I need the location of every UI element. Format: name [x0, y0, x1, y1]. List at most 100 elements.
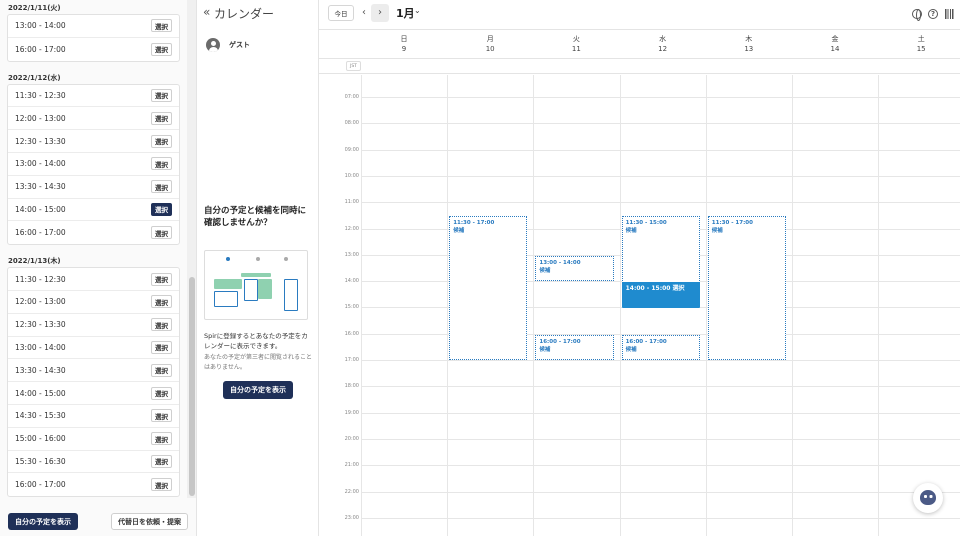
candidate-event[interactable]: 11:30 - 17:00 候補	[449, 216, 528, 360]
select-slot-button[interactable]: 選択	[151, 478, 172, 492]
hour-label: 15:00	[344, 304, 359, 311]
select-slot-button[interactable]: 選択	[151, 226, 172, 240]
select-slot-button[interactable]: 選択	[151, 432, 172, 446]
select-slot-button[interactable]: 選択	[151, 111, 172, 125]
day-column-divider	[705, 75, 707, 536]
info-panel: « カレンダー ゲスト 自分の予定と候補を同時に確認しませんか？ Spirに登録…	[197, 0, 319, 536]
slot-row: 13:00 - 14:00 選択	[8, 153, 179, 176]
hour-label: 17:00	[344, 357, 359, 363]
slot-list[interactable]: 2022/1/11(火) 13:00 - 14:00 選択 16:00 - 17:00…	[0, 0, 186, 498]
hour-gridline	[361, 517, 960, 519]
all-day-row: JST	[319, 58, 960, 74]
day-header: 木 13	[706, 35, 792, 54]
globe-icon[interactable]	[912, 9, 922, 21]
user-avatar-icon	[206, 38, 220, 52]
request-alternative-button[interactable]: 代替日を依頼・提案	[111, 513, 188, 530]
slot-time: 15:30 - 16:30	[15, 456, 66, 466]
slot-time: 13:00 - 14:00	[15, 21, 66, 31]
preview-block	[284, 279, 298, 311]
event-time: 11:30 - 17:00	[711, 220, 753, 227]
select-slot-button[interactable]: 選択	[151, 409, 172, 423]
hour-gridline	[361, 175, 960, 177]
slot-row: 13:30 - 14:30 選択	[8, 176, 179, 199]
chevron-down-icon[interactable]: ⌄	[414, 6, 421, 15]
slot-card: 13:00 - 14:00 選択 16:00 - 17:00 選択	[7, 14, 180, 62]
event-time: 11:30 - 17:00	[453, 220, 495, 227]
slot-time: 13:00 - 14:00	[15, 159, 66, 169]
timezone-label[interactable]: JST	[346, 61, 361, 71]
week-calendar: 今日 ‹ › 1月 ⌄ ? 日 9 月 10 火 11 水 12 木 13 金 14 土 15 JST 0…	[319, 0, 960, 536]
chatbot-face-icon	[920, 490, 936, 505]
select-slot-button[interactable]: 選択	[151, 157, 172, 171]
columns-view-icon[interactable]	[945, 9, 954, 19]
chat-support-button[interactable]	[913, 483, 943, 513]
selected-event[interactable]: 14:00 - 15:00 選択	[621, 282, 700, 309]
select-slot-button[interactable]: 選択	[151, 202, 172, 216]
next-week-icon[interactable]: ›	[371, 4, 389, 22]
hour-gridline	[361, 123, 960, 125]
select-slot-button[interactable]: 選択	[151, 272, 172, 286]
slot-row: 15:00 - 16:00 選択	[8, 428, 179, 451]
day-number: 11	[571, 45, 581, 53]
slot-time: 14:30 - 15:30	[15, 411, 66, 421]
slot-card: 11:30 - 12:30 選択 12:00 - 13:00 選択 12:30 - 13…	[7, 83, 180, 246]
slot-row: 16:00 - 17:00 選択	[8, 221, 179, 244]
select-slot-button[interactable]: 選択	[151, 134, 172, 148]
slot-row: 12:30 - 13:30 選択	[8, 130, 179, 153]
candidate-event[interactable]: 16:00 - 17:00 候補	[621, 334, 700, 360]
candidate-event[interactable]: 16:00 - 17:00 候補	[535, 334, 614, 360]
slot-day-group: 2022/1/13(木) 11:30 - 12:30 選択 12:00 - 13:00…	[7, 255, 186, 498]
today-button[interactable]: 今日	[328, 5, 354, 21]
slot-row: 12:00 - 13:00 選択	[8, 107, 179, 131]
day-column-divider	[619, 75, 621, 536]
select-slot-button[interactable]: 選択	[151, 454, 172, 468]
guest-name: ゲスト	[229, 41, 250, 49]
select-slot-button[interactable]: 選択	[151, 340, 172, 354]
slot-row: 14:30 - 15:30 選択	[8, 405, 179, 428]
select-slot-button[interactable]: 選択	[151, 318, 172, 332]
panel-title: カレンダー	[214, 7, 275, 21]
hour-gridline	[361, 386, 960, 388]
day-number: 14	[830, 45, 840, 53]
slot-row: 12:30 - 13:30 選択	[8, 314, 179, 337]
show-my-schedule-button[interactable]: 自分の予定を表示	[8, 513, 78, 530]
event-time: 13:00 - 14:00	[539, 259, 581, 266]
select-slot-button[interactable]: 選択	[151, 386, 172, 400]
day-number: 9	[401, 45, 407, 53]
slot-day-group: 2022/1/12(水) 11:30 - 12:30 選択 12:00 - 13:00…	[7, 72, 186, 246]
slot-time: 12:30 - 13:30	[15, 320, 66, 330]
day-number: 12	[658, 45, 668, 53]
day-header: 水 12	[620, 35, 706, 54]
day-number: 15	[916, 45, 926, 53]
slot-row: 16:00 - 17:00 選択	[8, 473, 179, 496]
month-label[interactable]: 1月	[396, 5, 415, 21]
slot-row: 11:30 - 12:30 選択	[8, 268, 179, 291]
select-slot-button[interactable]: 選択	[151, 42, 172, 56]
calendar-toolbar: 今日 ‹ › 1月 ⌄ ?	[319, 0, 960, 30]
collapse-panel-icon[interactable]: «	[203, 5, 210, 19]
promo-show-schedule-button[interactable]: 自分の予定を表示	[223, 381, 293, 399]
event-label: 候補	[539, 346, 551, 353]
select-slot-button[interactable]: 選択	[151, 19, 172, 33]
slot-time: 11:30 - 12:30	[15, 90, 66, 100]
candidate-event[interactable]: 11:30 - 17:00 候補	[707, 216, 786, 360]
help-icon[interactable]: ?	[928, 9, 938, 19]
slot-time: 12:30 - 13:30	[15, 136, 66, 146]
prev-week-icon[interactable]: ‹	[357, 4, 371, 22]
candidate-event[interactable]: 13:00 - 14:00 候補	[535, 255, 614, 282]
hour-label: 10:00	[344, 172, 359, 179]
day-header: 火 11	[533, 35, 619, 54]
promo-note: あなたの予定が第三者に閲覧されることはありません。	[204, 354, 313, 371]
day-of-week: 土	[917, 35, 925, 43]
slot-row: 15:30 - 16:30 選択	[8, 451, 179, 474]
select-slot-button[interactable]: 選択	[151, 180, 172, 194]
select-slot-button[interactable]: 選択	[151, 88, 172, 102]
select-slot-button[interactable]: 選択	[151, 363, 172, 377]
preview-dot	[256, 257, 260, 261]
preview-dot	[226, 257, 230, 261]
scrollbar-thumb[interactable]	[189, 277, 195, 496]
time-grid[interactable]: 07:00 08:00 09:00 10:00 11:00 12:00 13:00 14:00…	[319, 75, 960, 536]
select-slot-button[interactable]: 選択	[151, 295, 172, 309]
hour-label: 21:00	[344, 462, 359, 469]
hour-label: 19:00	[344, 409, 359, 416]
